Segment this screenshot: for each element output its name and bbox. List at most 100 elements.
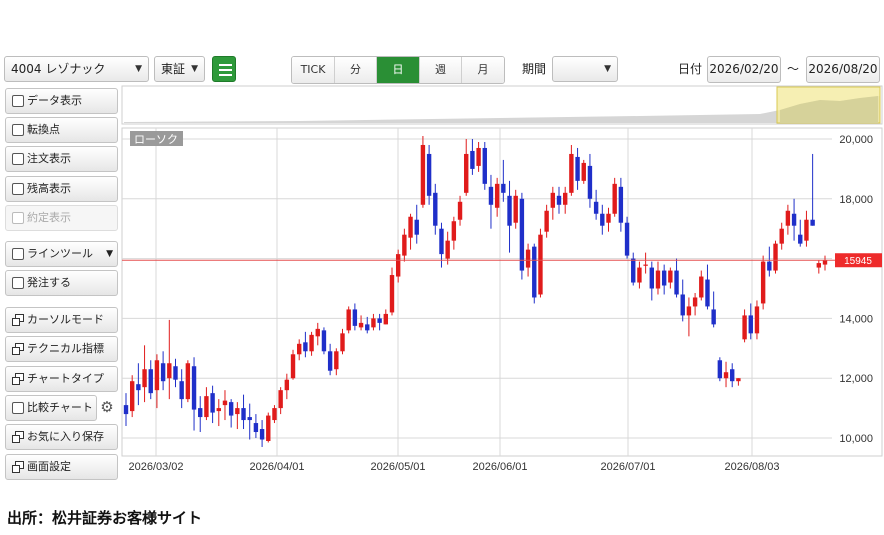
candle-body [723,372,729,379]
candle-body [587,165,593,199]
candle-body [235,408,240,415]
candle-body [618,186,624,223]
candle-body [290,354,296,379]
candle-body [816,263,822,268]
candle-body [253,423,259,433]
candle-body [748,315,753,334]
candle-body [420,144,426,205]
y-tick-label: 10,000 [839,433,873,445]
candle-body [538,234,543,295]
candle-body [154,360,160,391]
current-price-label: 15945 [844,256,872,267]
candle-body [426,153,432,196]
candle-body [705,279,710,307]
candle-body [222,400,228,406]
candle-body [210,393,215,413]
candle-body [216,408,221,412]
candle-body [352,309,358,326]
candle-body [692,297,698,307]
candle-body [575,156,580,181]
candle-body [556,195,562,205]
x-tick-label: 2026/08/03 [724,461,779,473]
candle-body [643,264,648,266]
candle-body [822,260,828,265]
candle-body [631,258,636,283]
candle-body [525,249,531,268]
candle-body [624,222,630,256]
candle-body [371,318,376,328]
candle-body [562,192,568,205]
candle-body [612,183,617,214]
candle-body [674,270,679,295]
candle-body [173,366,178,380]
candle-body [185,363,191,400]
candle-body [278,390,283,409]
candle-body [606,213,611,223]
candle-body [297,343,302,355]
candle-body [377,318,382,323]
plot-area [121,127,883,457]
candle-body [773,243,778,271]
candle-body [309,334,314,352]
candle-body [358,322,364,328]
candle-body [779,228,784,244]
candle-body [791,213,797,226]
source-caption: 出所：松井証券お客様サイト [7,509,203,527]
candlestick-chart[interactable]: 20,00018,00016,00014,00012,00010,0002026… [0,0,884,535]
candle-body [730,369,735,382]
candle-body [785,210,791,226]
candle-body [457,201,463,220]
y-tick-label: 18,000 [839,194,873,206]
candle-body [569,153,574,193]
candle-body [389,275,395,313]
x-tick-label: 2026/05/01 [370,461,425,473]
x-tick-label: 2026/07/01 [600,461,655,473]
candle-body [241,408,246,421]
x-tick-label: 2026/06/01 [472,461,527,473]
candle-body [754,306,760,334]
candle-body [148,369,153,394]
x-tick-label: 2026/03/02 [128,461,183,473]
candle-body [798,234,803,244]
y-tick-label: 12,000 [839,373,873,385]
candle-body [470,150,475,169]
y-tick-label: 20,000 [839,134,873,146]
candle-body [167,363,172,379]
candle-body [451,221,457,241]
candle-body [160,363,166,382]
candle-body [433,192,438,226]
candle-body [581,162,586,181]
candle-body [544,210,549,232]
candle-body [123,405,129,415]
candle-body [668,270,673,283]
candle-body [303,342,308,352]
candle-body [365,324,370,331]
candle-body [699,276,704,298]
candle-body [272,408,277,421]
candle-body [383,313,389,325]
candle-body [136,384,141,391]
candle-body [655,270,661,289]
candle-body [600,213,605,226]
candle-body [513,195,518,223]
candle-body [649,267,654,289]
candle-body [810,219,815,226]
candle-body [742,315,747,340]
candle-body [637,267,642,283]
candle-body [767,261,772,271]
candle-body [439,228,444,255]
candle-body [661,270,667,286]
candle-body [395,254,401,277]
candle-body [736,378,741,382]
candle-body [482,147,487,184]
candle-body [346,309,351,331]
candle-body [717,360,723,379]
candle-body [550,192,556,208]
candle-body [507,195,512,226]
chart-type-label: ローソク [134,133,178,146]
candle-body [402,234,407,256]
candle-body [129,381,135,412]
candle-body [259,429,265,440]
candle-body [464,153,469,193]
candle-body [494,183,500,208]
